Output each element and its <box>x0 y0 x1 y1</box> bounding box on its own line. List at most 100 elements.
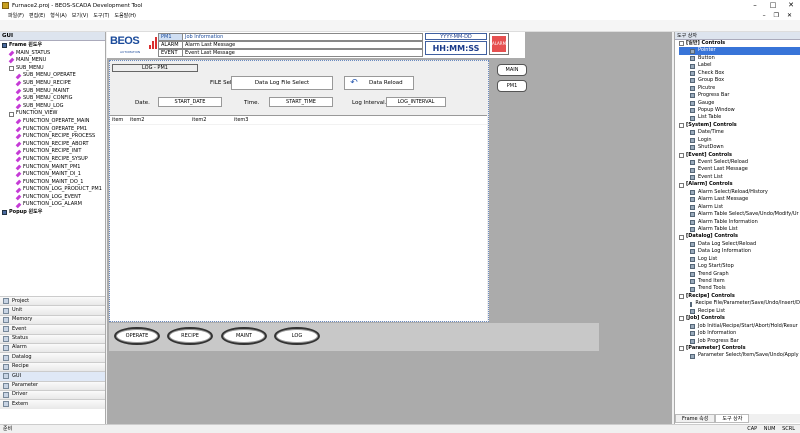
main-nav-button[interactable]: MAIN <box>497 64 527 76</box>
menu-format[interactable]: 형식(A) <box>50 12 67 19</box>
data-log-file-select-button[interactable]: Data Log File Select <box>231 76 333 90</box>
category-extern[interactable]: Extern <box>0 399 105 409</box>
maint-button[interactable]: MAINT <box>221 327 267 345</box>
toolbox-item[interactable]: Login <box>679 137 800 144</box>
category-event[interactable]: Event <box>0 324 105 334</box>
toolbox-item[interactable]: Log Start/Stop <box>679 263 800 270</box>
toolbox-item[interactable]: Recipe File/Parameter/Save/Undo/Insert/D <box>679 300 800 307</box>
tree-node[interactable]: FUNCTION_MAINT_DI_1 <box>2 171 105 179</box>
tree-node[interactable]: FUNCTION_RECIPE_ABORT <box>2 141 105 149</box>
minimize-button[interactable]: – <box>746 0 764 11</box>
toolbox-group[interactable]: [Datalog] Controls <box>679 233 800 240</box>
event-message-row[interactable]: EVENT Event Last Message <box>158 49 423 57</box>
toolbox-item[interactable]: Recipe List <box>679 308 800 315</box>
collapse-icon[interactable] <box>679 41 684 47</box>
toolbox-item[interactable]: Date/Time <box>679 129 800 136</box>
toolbox-item[interactable]: Job Information <box>679 330 800 337</box>
toolbox-item[interactable]: Gauge <box>679 100 800 107</box>
pm1-nav-button[interactable]: PM1 <box>497 80 527 92</box>
toolbox-item[interactable]: ShutDown <box>679 144 800 151</box>
start-time-field[interactable]: START_TIME <box>269 97 333 107</box>
collapse-icon[interactable] <box>679 234 684 240</box>
log-button[interactable]: LOG <box>274 327 320 345</box>
collapse-icon[interactable] <box>679 182 684 188</box>
alarm-button[interactable]: ALARM <box>489 33 509 55</box>
tree-node[interactable]: FUNCTION_LOG_ALARM <box>2 201 105 209</box>
toolbox-item[interactable]: Alarm Last Message <box>679 196 800 203</box>
menu-edit[interactable]: 편집(E) <box>29 12 45 19</box>
toolbox-item[interactable]: Group Box <box>679 77 800 84</box>
menu-help[interactable]: 도움말(H) <box>114 12 135 19</box>
tree-node[interactable]: FUNCTION_LOG_PRODUCT_PM1 <box>2 186 105 194</box>
tree-node[interactable]: SUB_MENU_CONFIG <box>2 95 105 103</box>
tab-frame-properties[interactable]: Frame 속성 <box>675 414 716 423</box>
toolbox-group[interactable]: [Alarm] Controls <box>679 181 800 188</box>
category-alarm[interactable]: Alarm <box>0 342 105 353</box>
tree-node[interactable]: FUNCTION_OPERATE_PM1 <box>2 126 105 134</box>
toolbox-group[interactable]: [Job] Controls <box>679 315 800 322</box>
mdi-minimize-icon[interactable]: – <box>763 12 766 19</box>
tree-node[interactable]: MAIN_STATUS <box>2 50 105 58</box>
mdi-close-icon[interactable]: ✕ <box>787 12 792 19</box>
toolbox-item[interactable]: Popup Window <box>679 107 800 114</box>
toolbox-item[interactable]: Alarm Table Select/Save/Undo/Modify/Ur <box>679 211 800 218</box>
operate-button[interactable]: OPERATE <box>114 327 160 345</box>
maximize-button[interactable]: □ <box>764 0 782 11</box>
data-reload-button[interactable]: ↶ Data Reload <box>344 76 414 90</box>
toolbox-item[interactable]: Check Box <box>679 70 800 77</box>
toolbox-item[interactable]: Data Log Information <box>679 248 800 255</box>
category-driver[interactable]: Driver <box>0 389 105 400</box>
menu-view[interactable]: 보기(V) <box>72 12 89 19</box>
tree-node[interactable]: FUNCTION_MAINT_DO_1 <box>2 179 105 187</box>
toolbox-item[interactable]: Alarm Select/Reload/History <box>679 189 800 196</box>
toolbox-item[interactable]: Alarm Table Information <box>679 219 800 226</box>
tree-node[interactable]: Frame 윈도우 <box>2 42 105 50</box>
category-status[interactable]: Status <box>0 333 105 343</box>
close-button[interactable]: ✕ <box>782 0 800 11</box>
mdi-restore-icon[interactable]: ❐ <box>774 12 779 19</box>
tree-node[interactable]: SUB_MENU_RECIPE <box>2 80 105 88</box>
table-row[interactable]: item item2 item2 item3 <box>110 116 487 125</box>
toolbox-item[interactable]: Button <box>679 55 800 62</box>
toolbox-item[interactable]: Picutre <box>679 85 800 92</box>
toolbox-item[interactable]: Pointer <box>679 47 800 55</box>
tree-node[interactable]: FUNCTION_RECIPE_INIT <box>2 148 105 156</box>
tab-toolbox[interactable]: 도구 상자 <box>715 414 750 423</box>
tree-node[interactable]: FUNCTION_MAINT_PM1 <box>2 164 105 172</box>
tree-node[interactable]: FUNCTION_RECIPE_SYSUP <box>2 156 105 164</box>
category-gui[interactable]: GUI <box>0 371 105 381</box>
log-list-table[interactable]: item item2 item2 item3 <box>110 115 487 321</box>
toolbox-item[interactable]: Trend Item <box>679 278 800 285</box>
toolbox-group[interactable]: [Parameter] Controls <box>679 345 800 352</box>
category-memory[interactable]: Memory <box>0 314 105 325</box>
collapse-icon[interactable] <box>679 316 684 322</box>
toolbox-group[interactable]: [Recipe] Controls <box>679 293 800 300</box>
alarm-message-row[interactable]: ALARM Alarm Last Message <box>158 41 423 49</box>
toolbox-item[interactable]: Job Progress Bar <box>679 338 800 345</box>
toolbox-item[interactable]: Label <box>679 62 800 69</box>
start-date-field[interactable]: START_DATE <box>158 97 222 107</box>
log-interval-field[interactable]: LOG_INTERVAL <box>386 97 446 107</box>
tree-node[interactable]: SUB_MENU <box>2 65 105 73</box>
menu-tools[interactable]: 도구(T) <box>93 12 109 19</box>
category-unit[interactable]: Unit <box>0 305 105 315</box>
toolbox-item[interactable]: Job Initial/Recipe/Start/Abort/Hold/Resu… <box>679 323 800 330</box>
category-datalog[interactable]: Datalog <box>0 352 105 362</box>
category-recipe[interactable]: Recipe <box>0 361 105 372</box>
toolbox-item[interactable]: Parameter Select/Item/Save/Undo/Apply <box>679 352 800 359</box>
tree-node[interactable]: SUB_MENU_OPERATE <box>2 72 105 80</box>
collapse-icon[interactable] <box>679 152 684 158</box>
toolbox-item[interactable]: List Table <box>679 114 800 121</box>
collapse-icon[interactable] <box>679 346 684 352</box>
toolbox-item[interactable]: Progress Bar <box>679 92 800 99</box>
tree-node[interactable]: FUNCTION_RECIPE_PROCESS <box>2 133 105 141</box>
toolbox-item[interactable]: Trend Graph <box>679 271 800 278</box>
toolbox-item[interactable]: Alarm Table List <box>679 226 800 233</box>
tree-node[interactable]: FUNCTION_VIEW <box>2 110 105 118</box>
toolbox-item[interactable]: Event Last Message <box>679 166 800 173</box>
tree-node[interactable]: SUB_MENU_MAINT <box>2 88 105 96</box>
category-project[interactable]: Project <box>0 296 105 306</box>
toolbox-item[interactable]: Log List <box>679 256 800 263</box>
menu-file[interactable]: 파일(F) <box>8 12 24 19</box>
toolbox-item[interactable]: Data Log Select/Reload <box>679 241 800 248</box>
